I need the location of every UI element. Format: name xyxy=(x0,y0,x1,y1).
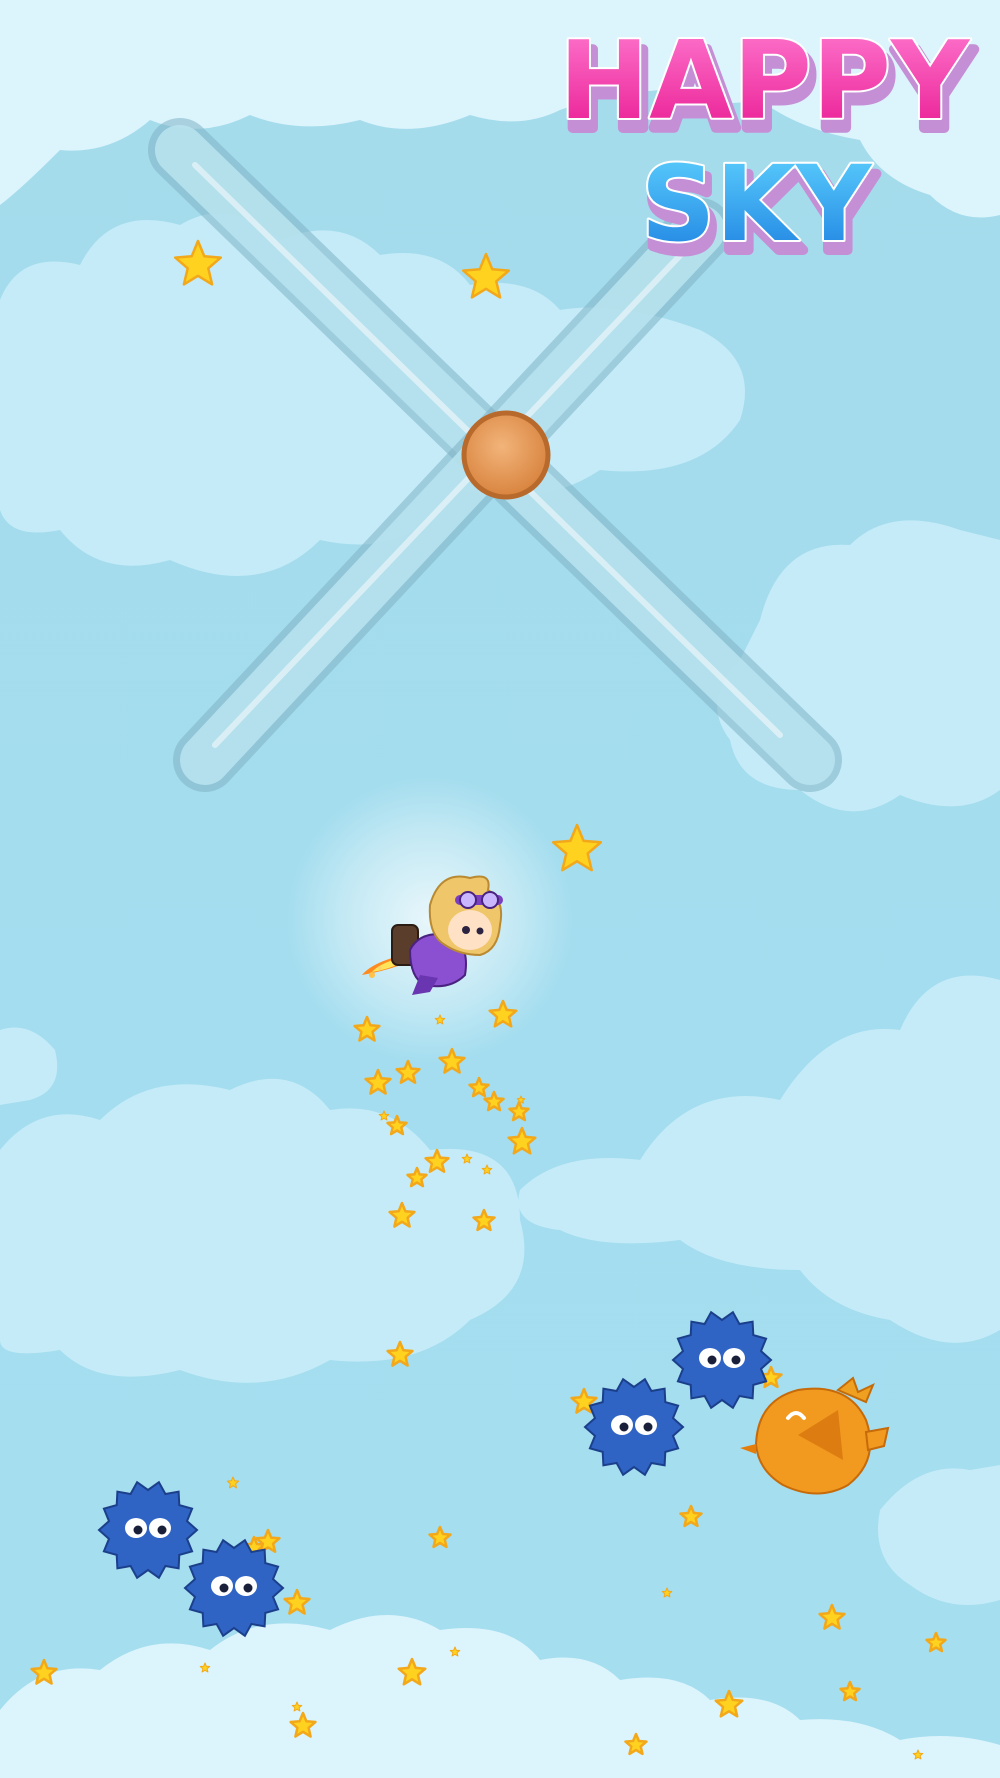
star-icon[interactable] xyxy=(508,1100,530,1122)
spiky-enemy-body xyxy=(671,1310,773,1410)
orange-bird-enemy[interactable] xyxy=(740,1376,890,1495)
logo-sky: SKY xyxy=(641,143,873,265)
spiky-enemy-body xyxy=(583,1377,685,1477)
spiky-ball-enemy[interactable] xyxy=(583,1377,685,1477)
spiky-ball-enemy[interactable] xyxy=(97,1480,199,1580)
bird-tail xyxy=(864,1426,890,1452)
game-canvas[interactable]: HAPPY HAPPY SKY SKY xyxy=(0,0,1000,1778)
jetpack-pilot-character[interactable] xyxy=(285,775,575,1065)
star-icon[interactable] xyxy=(925,1631,947,1653)
star-icon[interactable] xyxy=(283,1588,311,1615)
character-eye xyxy=(476,927,484,935)
spiky-ball-enemy[interactable] xyxy=(183,1538,285,1638)
spiky-enemy-pupil xyxy=(731,1355,741,1365)
spiky-enemy-pupil xyxy=(157,1525,167,1535)
spiky-ball-enemy[interactable] xyxy=(671,1310,773,1410)
star-icon[interactable] xyxy=(364,1068,392,1095)
spiky-enemy-body xyxy=(97,1480,199,1580)
character-eye xyxy=(462,926,470,934)
star-icon[interactable] xyxy=(507,1126,537,1155)
star-icon[interactable] xyxy=(428,1525,452,1549)
game-stage[interactable]: HAPPY HAPPY SKY SKY xyxy=(0,0,1000,1778)
star-icon[interactable] xyxy=(679,1504,703,1528)
game-logo: HAPPY HAPPY SKY SKY xyxy=(557,17,980,280)
bird-beak xyxy=(740,1444,756,1454)
star-icon[interactable] xyxy=(818,1603,846,1630)
spiky-enemy-pupil xyxy=(643,1422,653,1432)
star-icon[interactable] xyxy=(483,1090,505,1112)
spiky-enemy-body xyxy=(183,1538,285,1638)
star-icon[interactable] xyxy=(226,1476,240,1489)
spiky-enemy-pupil xyxy=(133,1525,143,1535)
spiky-enemy-pupil xyxy=(707,1355,717,1365)
spiky-enemy-pupil xyxy=(619,1422,629,1432)
star-icon[interactable] xyxy=(839,1680,861,1702)
star-icon[interactable] xyxy=(661,1587,673,1598)
spiky-enemy-pupil xyxy=(243,1583,253,1593)
propeller-hub xyxy=(461,410,551,500)
star-icon[interactable] xyxy=(468,1076,490,1098)
spiky-enemy-pupil xyxy=(219,1583,229,1593)
logo-happy: HAPPY xyxy=(559,19,971,144)
